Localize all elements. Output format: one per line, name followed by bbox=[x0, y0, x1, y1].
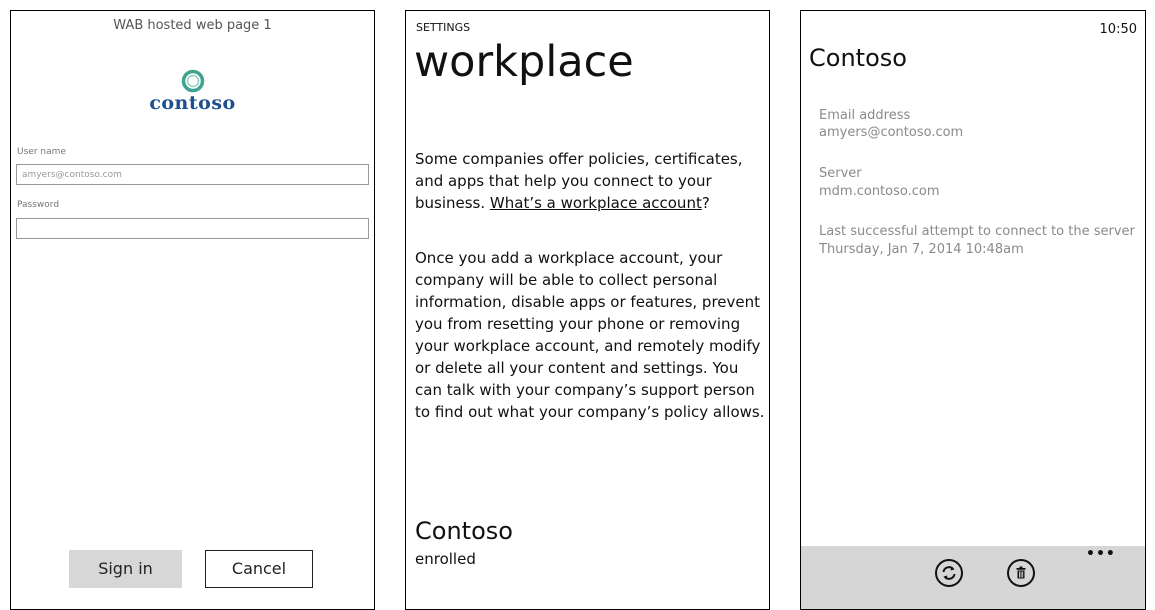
email-value: amyers@contoso.com bbox=[819, 125, 964, 140]
username-input[interactable]: amyers@contoso.com bbox=[16, 164, 369, 185]
server-label: Server bbox=[819, 166, 862, 181]
last-attempt-label: Last successful attempt to connect to th… bbox=[819, 224, 1135, 239]
email-label: Email address bbox=[819, 108, 911, 123]
delete-button[interactable] bbox=[1007, 559, 1035, 587]
logo-text: contoso bbox=[149, 92, 236, 114]
server-value: mdm.contoso.com bbox=[819, 184, 940, 199]
settings-caption: SETTINGS bbox=[416, 21, 471, 34]
password-label: Password bbox=[17, 200, 60, 210]
contoso-ring-icon bbox=[181, 69, 204, 93]
sync-icon bbox=[942, 566, 956, 580]
status-clock: 10:50 bbox=[1099, 22, 1137, 37]
warning-paragraph: Once you add a workplace account, your c… bbox=[415, 249, 765, 421]
account-list-item[interactable]: Contoso bbox=[415, 517, 513, 545]
password-input[interactable] bbox=[16, 218, 369, 239]
account-status: enrolled bbox=[415, 550, 476, 568]
sign-in-button[interactable]: Sign in bbox=[69, 550, 182, 588]
app-bar: ••• bbox=[801, 546, 1145, 609]
page-title: workplace bbox=[414, 37, 634, 87]
settings-screen: SETTINGS workplace Some companies offer … bbox=[405, 10, 770, 610]
account-screen: 10:50 Contoso Email address amyers@conto… bbox=[800, 10, 1146, 610]
username-label: User name bbox=[17, 147, 66, 157]
page-header: WAB hosted web page 1 bbox=[113, 18, 272, 33]
account-title: Contoso bbox=[809, 44, 907, 72]
workplace-account-link[interactable]: What’s a workplace account bbox=[490, 194, 702, 212]
contoso-logo: contoso bbox=[11, 69, 374, 114]
sync-button[interactable] bbox=[935, 559, 963, 587]
intro-end: ? bbox=[701, 194, 710, 212]
delete-icon bbox=[1016, 566, 1026, 579]
more-options-button[interactable]: ••• bbox=[1086, 546, 1116, 562]
last-attempt-value: Thursday, Jan 7, 2014 10:48am bbox=[819, 242, 1024, 257]
intro-paragraph: Some companies offer policies, certifica… bbox=[415, 148, 765, 214]
cancel-button[interactable]: Cancel bbox=[205, 550, 313, 588]
login-screen: WAB hosted web page 1 contoso User name … bbox=[10, 10, 375, 610]
